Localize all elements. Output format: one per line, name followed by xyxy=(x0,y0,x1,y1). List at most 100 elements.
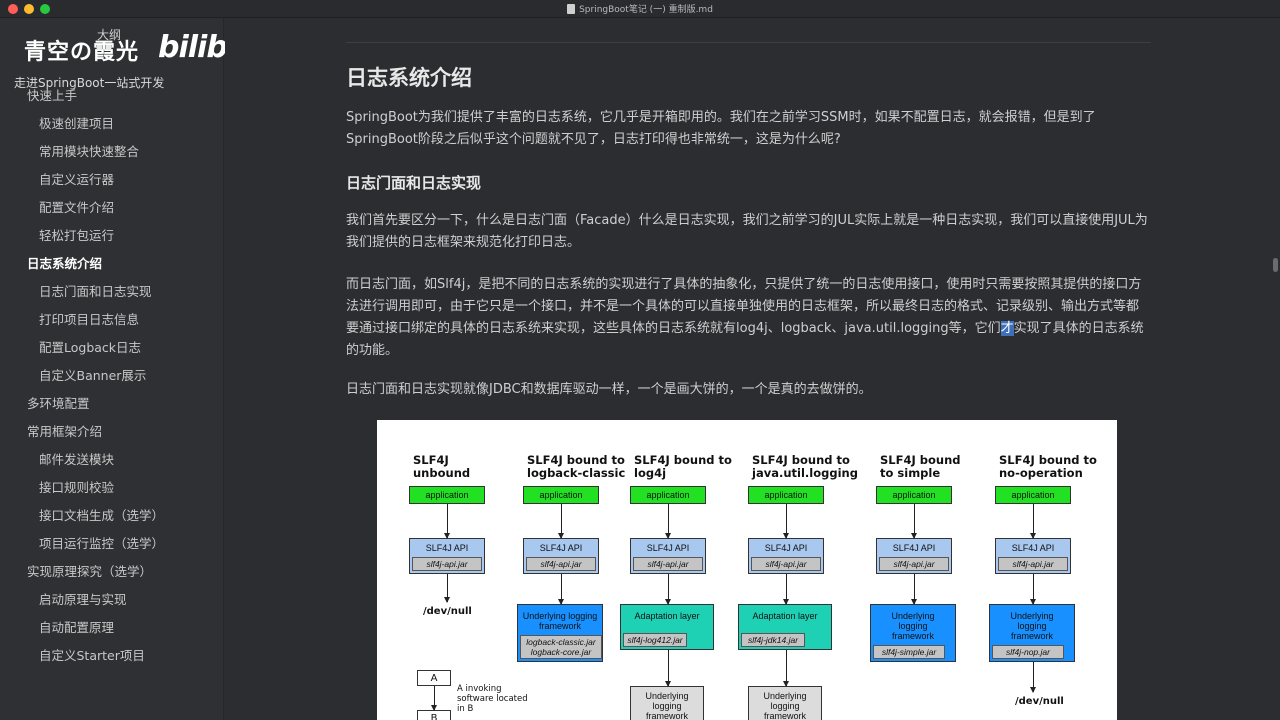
dev-null-label: /dev/null xyxy=(1015,696,1064,707)
section-heading: 日志系统介绍 xyxy=(346,66,472,90)
outline-item[interactable]: 自定义Banner展示 xyxy=(0,362,224,390)
logging-framework-label: Underlying logging framework xyxy=(522,611,598,631)
slf4j-api-jar: slf4j-api.jar xyxy=(412,557,482,571)
column-title: SLF4J bound to java.util.logging xyxy=(752,453,858,480)
outline-item[interactable]: 邮件发送模块 xyxy=(0,446,224,474)
channel-brand: 青空の霞光 走进SpringBoot一站式开发 xyxy=(14,34,164,90)
diagram-arrow xyxy=(558,504,564,539)
outline-item[interactable]: 配置Logback日志 xyxy=(0,334,224,362)
outline-item[interactable]: 轻松打包运行 xyxy=(0,222,224,250)
analogy-paragraph: 日志门面和日志实现就像JDBC和数据库驱动一样，一个是画大饼的，一个是真的去做饼… xyxy=(346,382,872,397)
scrollbar-thumb[interactable] xyxy=(1273,258,1278,272)
diagram-arrow xyxy=(911,574,917,605)
diagram-arrow xyxy=(1030,504,1036,539)
maximize-window-button[interactable] xyxy=(40,4,50,14)
slf4j-api-label: SLF4J API xyxy=(539,543,583,553)
column-title: SLF4J bound to log4j xyxy=(634,453,732,480)
text-selection[interactable]: 才 xyxy=(1000,321,1014,336)
brand-name: 青空の霞光 xyxy=(24,40,140,65)
slf4j-api-box: SLF4J API slf4j-api.jar xyxy=(409,538,485,574)
outline-item[interactable]: 日志系统介绍 xyxy=(0,250,224,278)
diagram-arrow xyxy=(665,504,671,539)
dev-null-label: /dev/null xyxy=(423,606,472,617)
adaptation-layer-box: Adaptation layer slf4j-log412.jar xyxy=(620,604,714,650)
slf4j-api-label: SLF4J API xyxy=(764,543,808,553)
outline-item[interactable]: 项目运行监控（选学） xyxy=(0,530,224,558)
slf4j-api-label: SLF4J API xyxy=(1011,543,1055,553)
slf4j-api-jar: slf4j-api.jar xyxy=(998,557,1068,571)
scrollbar[interactable] xyxy=(1272,18,1280,720)
outline-item[interactable]: 实现原理探究（选学） xyxy=(0,558,224,586)
column-title: SLF4J bound to no-operation xyxy=(999,453,1097,480)
intro-paragraph: SpringBoot为我们提供了丰富的日志系统，它几乎是开箱即用的。我们在之前学… xyxy=(346,110,1096,147)
legend-box-b: B xyxy=(417,710,451,720)
outline-item[interactable]: 多环境配置 xyxy=(0,390,224,418)
underlying-framework-box: Underlying logging framework xyxy=(630,686,704,720)
outline-item[interactable]: 自动配置原理 xyxy=(0,614,224,642)
outline-item[interactable]: 接口文档生成（选学） xyxy=(0,502,224,530)
legend-description: A invoking software located in B xyxy=(457,684,528,714)
column-title: SLF4J unbound xyxy=(413,453,471,480)
diagram-column: SLF4J bound to no-operation application SL… xyxy=(989,420,1117,720)
close-window-button[interactable] xyxy=(8,4,18,14)
minimize-window-button[interactable] xyxy=(24,4,34,14)
diagram-column: SLF4J bound to simple application SLF4J AP… xyxy=(870,420,998,720)
diagram-column: SLF4J bound to java.util.logging applicat… xyxy=(738,420,870,720)
diagram-arrow xyxy=(444,574,450,603)
window-title: SpringBoot笔记 (一) 重制版.md xyxy=(567,2,713,15)
outline-item[interactable]: 启动原理与实现 xyxy=(0,586,224,614)
adaptation-layer-box: Adaptation layer slf4j-jdk14.jar xyxy=(738,604,832,650)
outline-item[interactable]: 自定义运行器 xyxy=(0,166,224,194)
diagram-column: SLF4J bound to logback-classic applicatio… xyxy=(517,420,645,720)
diagram-arrow xyxy=(783,574,789,605)
slf4j-api-box: SLF4J API slf4j-api.jar xyxy=(876,538,952,574)
application-box: application xyxy=(748,486,824,504)
slf4j-api-label: SLF4J API xyxy=(646,543,690,553)
title-bar: SpringBoot笔记 (一) 重制版.md xyxy=(0,0,1280,18)
facade-paragraph: 我们首先要区分一下，什么是日志门面（Facade）什么是日志实现，我们之前学习的… xyxy=(346,213,1148,250)
application-box: application xyxy=(409,486,485,504)
diagram-arrow xyxy=(783,650,789,687)
adaptation-layer-label: Adaptation layer xyxy=(634,611,700,621)
slf4j-api-label: SLF4J API xyxy=(892,543,936,553)
binding-jar: slf4j-nop.jar xyxy=(992,645,1064,659)
adapter-jar: slf4j-log412.jar xyxy=(623,633,687,647)
slf4j-api-label: SLF4J API xyxy=(425,543,469,553)
logging-framework-box: Underlying logging framework slf4j-nop.ja… xyxy=(989,604,1075,662)
outline-item[interactable]: 常用框架介绍 xyxy=(0,418,224,446)
diagram-arrow xyxy=(431,686,437,711)
outline-item[interactable]: 接口规则校验 xyxy=(0,474,224,502)
outline-item[interactable]: 配置文件介绍 xyxy=(0,194,224,222)
diagram-column: SLF4J bound to log4j application SLF4J API… xyxy=(620,420,752,720)
subsection-heading: 日志门面和日志实现 xyxy=(346,174,482,192)
outline-sidebar: 大纲 青空の霞光 走进SpringBoot一站式开发 bilibili 快速上手… xyxy=(0,18,256,720)
adapter-jar: slf4j-jdk14.jar xyxy=(741,633,805,647)
diagram-arrow xyxy=(665,574,671,605)
outline-item[interactable]: 极速创建项目 xyxy=(0,110,224,138)
application-box: application xyxy=(995,486,1071,504)
slf4j-binding-diagram: SLF4J unbound application SLF4J API slf4j-a… xyxy=(377,420,1117,720)
application-box: application xyxy=(523,486,599,504)
slf4j-api-jar: slf4j-api.jar xyxy=(526,557,596,571)
outline-item[interactable]: 自定义Starter项目 xyxy=(0,642,224,670)
column-title: SLF4J bound to simple xyxy=(880,453,961,480)
diagram-arrow xyxy=(783,504,789,539)
window-title-text: SpringBoot笔记 (一) 重制版.md xyxy=(579,5,713,15)
underlying-framework-box: Underlying logging framework xyxy=(748,686,822,720)
outline-item[interactable]: 打印项目日志信息 xyxy=(0,306,224,334)
logging-framework-label: Underlying logging framework xyxy=(891,611,935,641)
outline-item[interactable]: 日志门面和日志实现 xyxy=(0,278,224,306)
column-title: SLF4J bound to logback-classic xyxy=(527,453,626,480)
outline-item[interactable]: 快速上手 xyxy=(0,82,224,110)
document-content: 日志系统介绍 SpringBoot为我们提供了丰富的日志系统，它几乎是开箱即用的… xyxy=(225,18,1270,720)
diagram-arrow xyxy=(558,574,564,605)
outline-list: 快速上手 极速创建项目 常用模块快速整合 自定义运行器 配置文件介绍 轻松打包运行 日志系统… xyxy=(0,82,224,670)
diagram-arrow xyxy=(665,650,671,687)
application-box: application xyxy=(630,486,706,504)
logging-framework-box: Underlying logging framework logback-clas… xyxy=(517,604,603,662)
slf4j-api-box: SLF4J API slf4j-api.jar xyxy=(995,538,1071,574)
slf4j-api-box: SLF4J API slf4j-api.jar xyxy=(523,538,599,574)
document-icon xyxy=(567,3,576,14)
slf4j-api-jar: slf4j-api.jar xyxy=(751,557,821,571)
outline-item[interactable]: 常用模块快速整合 xyxy=(0,138,224,166)
